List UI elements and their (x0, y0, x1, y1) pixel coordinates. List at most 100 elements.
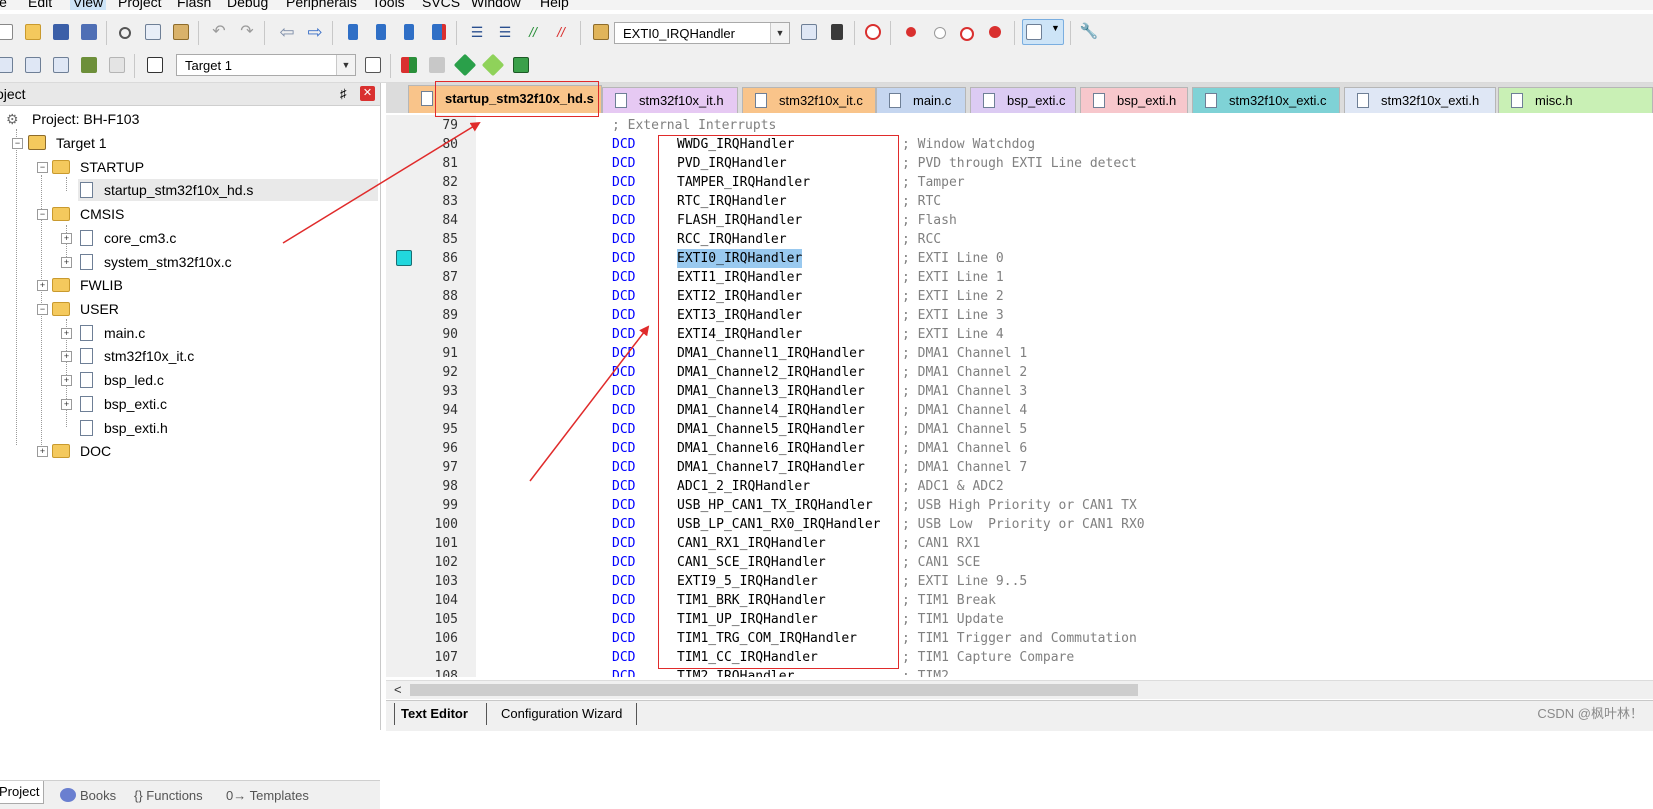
function-combo[interactable]: EXTI0_IRQHandler ▼ (614, 22, 790, 44)
code-area[interactable]: 79 ; External Interrupts 80 DCD WWDG_IRQ… (386, 115, 1653, 677)
configure-icon[interactable]: 🔧 (1078, 21, 1100, 43)
menu-view[interactable]: View (70, 0, 107, 10)
unindent-icon[interactable]: ☰ (494, 21, 516, 43)
file-extensions-icon[interactable] (426, 54, 448, 76)
chevron-down-icon[interactable]: ▼ (770, 23, 789, 43)
tab-main-c[interactable]: main.c (876, 87, 966, 113)
incremental-find-icon[interactable] (826, 21, 848, 43)
expand-icon[interactable]: + (61, 233, 72, 244)
select-packs-icon[interactable] (453, 53, 477, 77)
uncomment-icon[interactable]: // (550, 21, 572, 43)
pin-icon[interactable]: ♯ (340, 83, 347, 105)
download-icon[interactable] (144, 54, 166, 76)
disable-all-breakpoints-icon[interactable] (956, 21, 978, 43)
menu-file[interactable]: le (0, 0, 7, 10)
horizontal-scrollbar[interactable]: < (386, 680, 1653, 699)
prev-bookmark-icon[interactable] (370, 21, 392, 43)
options-for-target-icon[interactable] (362, 54, 384, 76)
save-all-icon[interactable] (78, 21, 100, 43)
code-comment: ; RCC (902, 232, 942, 247)
debug-session-icon[interactable] (862, 21, 884, 43)
clear-bookmarks-icon[interactable] (426, 21, 448, 43)
find-in-files-icon[interactable] (590, 21, 612, 43)
menu-debug[interactable]: Debug (227, 0, 268, 10)
tab-bsp-exti-h[interactable]: bsp_exti.h (1080, 87, 1188, 113)
expand-icon[interactable]: + (37, 280, 48, 291)
code-comment: ; CAN1 SCE (902, 555, 981, 570)
main-toolbar: ↶ ↷ ⇦ ⇨ ☰ ☰ // // EXTI0_IRQHandler ▼ ▼ 🔧 (0, 14, 1653, 51)
navigate-back-icon[interactable]: ⇦ (276, 21, 298, 43)
tab-stm32f10x-exti-h[interactable]: stm32f10x_exti.h (1344, 87, 1496, 113)
comment-icon[interactable]: // (522, 21, 544, 43)
menu-help[interactable]: Help (540, 0, 569, 10)
menu-tools[interactable]: Tools (372, 0, 405, 10)
open-file-icon[interactable] (22, 21, 44, 43)
pack-installer-icon[interactable] (481, 53, 505, 77)
translate-icon[interactable] (0, 54, 16, 76)
kill-all-breakpoints-icon[interactable] (984, 21, 1006, 43)
tab-functions[interactable]: {} Functions (134, 785, 203, 807)
collapse-icon[interactable]: − (37, 209, 48, 220)
tab-bsp-exti-c[interactable]: bsp_exti.c (970, 87, 1076, 113)
tab-templates[interactable]: 0→ Templates (226, 785, 309, 807)
code-comment: ; DMA1 Channel 1 (902, 346, 1028, 361)
close-icon[interactable]: ✕ (360, 86, 375, 101)
stop-build-icon[interactable] (106, 54, 128, 76)
menu-project[interactable]: Project (118, 0, 162, 10)
navigate-forward-icon[interactable]: ⇨ (304, 21, 326, 43)
find-icon[interactable] (798, 21, 820, 43)
tab-stm32f10x-it-h[interactable]: stm32f10x_it.h (602, 87, 738, 113)
next-bookmark-icon[interactable] (398, 21, 420, 43)
tab-configuration-wizard[interactable]: Configuration Wizard (486, 703, 638, 725)
manage-components-icon[interactable] (398, 54, 420, 76)
line-number: 102 (434, 555, 458, 570)
indent-icon[interactable]: ☰ (466, 21, 488, 43)
menu-flash[interactable]: Flash (177, 0, 211, 10)
tab-text-editor[interactable]: Text Editor (394, 703, 468, 725)
expand-icon[interactable]: + (61, 375, 72, 386)
menu-peripherals[interactable]: Peripherals (286, 0, 357, 10)
build-icon[interactable] (22, 54, 44, 76)
menu-window[interactable]: Window (471, 0, 521, 10)
cut-icon[interactable] (114, 21, 136, 43)
menu-svcs[interactable]: SVCS (422, 0, 460, 10)
scrollbar-thumb[interactable] (410, 684, 1138, 696)
collapse-icon[interactable]: − (37, 162, 48, 173)
code-comment: ; EXTI Line 9..5 (902, 574, 1028, 589)
scroll-left-icon[interactable]: < (394, 681, 402, 699)
copy-icon[interactable] (142, 21, 164, 43)
run-time-environment-icon[interactable] (510, 54, 532, 76)
chevron-down-icon[interactable]: ▼ (336, 55, 355, 75)
save-icon[interactable] (50, 21, 72, 43)
disable-breakpoint-icon[interactable] (928, 21, 950, 43)
collapse-icon[interactable]: − (12, 138, 23, 149)
tree-file-startup[interactable]: startup_stm32f10x_hd.s (78, 179, 378, 201)
undo-icon[interactable]: ↶ (208, 21, 230, 43)
line-number: 100 (434, 517, 458, 532)
tab-stm32f10x-it-c[interactable]: stm32f10x_it.c (742, 87, 876, 113)
target-combo[interactable]: Target 1 ▼ (176, 54, 356, 76)
rebuild-icon[interactable] (50, 54, 72, 76)
breakpoint-icon[interactable] (900, 21, 922, 43)
new-file-icon[interactable] (0, 21, 16, 43)
bookmark-marker-icon[interactable] (396, 250, 412, 266)
expand-icon[interactable]: + (37, 446, 48, 457)
file-icon (80, 254, 93, 270)
paste-icon[interactable] (170, 21, 192, 43)
tab-stm32f10x-exti-c[interactable]: stm32f10x_exti.c (1192, 87, 1340, 113)
menu-edit[interactable]: Edit (28, 0, 52, 10)
collapse-icon[interactable]: − (37, 304, 48, 315)
tab-misc-h[interactable]: misc.h (1498, 87, 1653, 113)
expand-icon[interactable]: + (61, 351, 72, 362)
window-layout-button[interactable]: ▼ (1022, 19, 1064, 45)
expand-icon[interactable]: + (61, 257, 72, 268)
expand-icon[interactable]: + (61, 399, 72, 410)
batch-build-icon[interactable] (78, 54, 100, 76)
code-keyword: DCD (612, 536, 636, 551)
redo-icon[interactable]: ↷ (236, 21, 258, 43)
tab-books[interactable]: Books (60, 785, 116, 807)
bookmark-icon[interactable] (342, 21, 364, 43)
toolbar-divider (890, 21, 891, 45)
expand-icon[interactable]: + (61, 328, 72, 339)
tab-project[interactable]: Project (0, 781, 45, 804)
